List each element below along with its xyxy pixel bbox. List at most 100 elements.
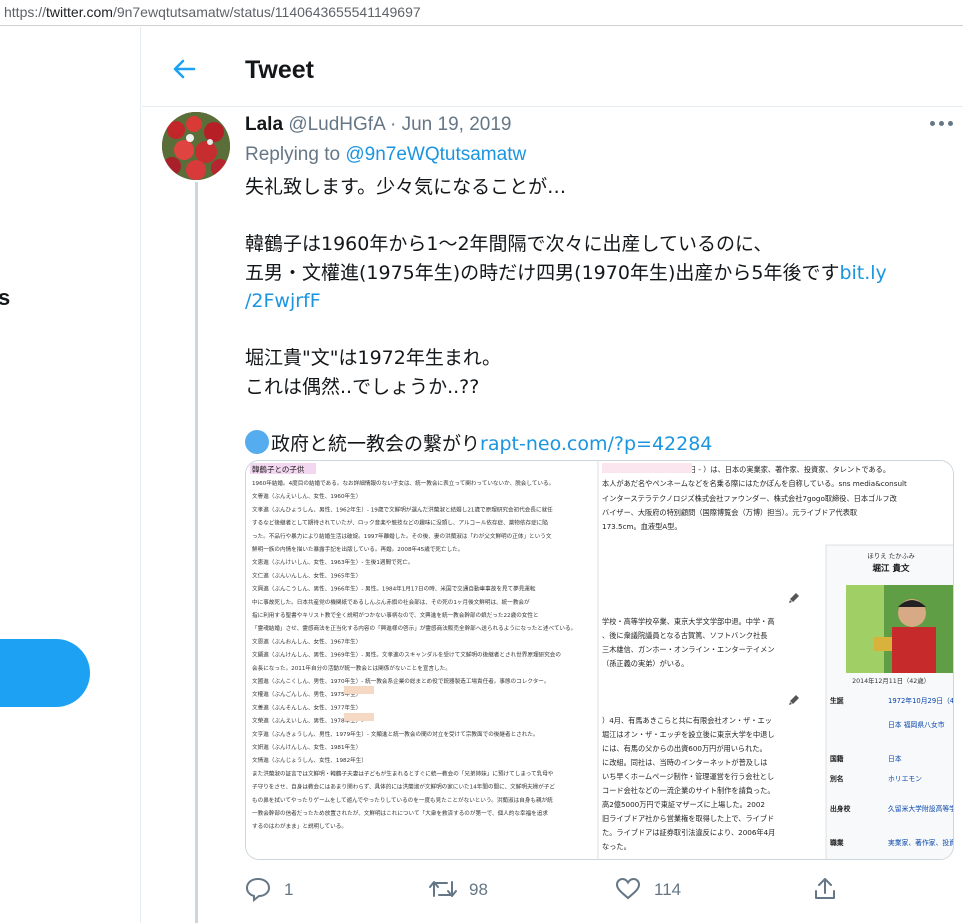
avatar[interactable] — [162, 112, 230, 180]
tweet-author-line: Lala @LudHGfA · Jun 19, 2019 — [245, 114, 511, 136]
infobox-value: 久留米大学附設高等学校 — [888, 804, 954, 813]
infobox-value: ホリエモン — [888, 775, 922, 783]
thread-line — [195, 182, 198, 923]
tweet-line: 失礼致します。少々気になることが… — [245, 176, 567, 198]
retweet-icon — [429, 881, 457, 897]
nav-label-fragment: s — [0, 285, 10, 311]
media-left-line: 文國進（ぶんこくしん、男性、1970年生）- 統一教会系企業の総まとめ役で銃器製… — [252, 677, 549, 685]
media-right-line: た。ライブドアは証券取引法違反により、2006年4月 — [602, 828, 775, 837]
rapt-neo-link[interactable]: rapt-neo.com/?p=42284 — [480, 433, 712, 455]
media-wiki-screenshot: 韓鶴子との子供 1960年結婚。4度目の結婚である。なお詳細情報のない子女は、統… — [246, 461, 954, 859]
retweet-count: 98 — [469, 880, 488, 899]
reply-count: 1 — [284, 880, 294, 899]
author-handle[interactable]: @LudHGfA — [288, 114, 384, 135]
left-nav-column: s — [0, 27, 141, 923]
media-left-line: 文恵進（ぶんけいしん、女性、1963年生）- 生後1週間で死亡。 — [252, 558, 413, 566]
infobox-value: 日本 — [888, 754, 902, 763]
reply-icon — [245, 877, 271, 902]
media-right-line: ）4月、有馬あきこらと共に有限会社オン・ザ・エッ — [602, 716, 772, 725]
replying-prefix: Replying to — [245, 144, 341, 165]
media-right-line: コード会社などの一流企業のサイト制作を請負った。 — [602, 786, 775, 795]
media-left-line: 文亨進（ぶんきょうしん、男性、1979年生）- 文顯進と統一教会の間の対立を受け… — [252, 730, 539, 738]
infobox-label: 別名 — [829, 774, 844, 783]
avatar-image — [162, 112, 230, 180]
media-left-line: 文仁進（ぶんいんしん、女性、1965年生） — [252, 571, 361, 579]
media-right-line: （孫正義の実弟）がいる。 — [602, 659, 688, 668]
infobox-value: 1972年10月29日（46歳） — [888, 696, 954, 705]
replying-to-link[interactable]: @9n7eWQtutsamatw — [345, 144, 526, 165]
media-left-line: 文情進（ぶんじょうしん、女性、1982年生） — [252, 756, 367, 764]
media-left-line: もの鼻を拭いてやったりゲームをして遊んでやったりしているのを一度も見たことがない… — [252, 796, 553, 804]
media-left-line: った。不品行や暴力により結婚生活は破綻。1997年離婚した。その後、妻の洪蘭淑は… — [252, 532, 552, 540]
media-right-line: 堀江はオン・ザ・エッヂを設立後に東京大学を中退し — [602, 730, 775, 739]
more-options-icon[interactable] — [930, 118, 956, 130]
media-right-line: には、有馬の父からの出資600万円が用いられた。 — [602, 744, 767, 753]
replying-to-line: Replying to @9n7eWQtutsamatw — [245, 144, 526, 166]
tweet-date[interactable]: Jun 19, 2019 — [402, 114, 512, 135]
media-left-line: 指に利用する聖書やキリスト教で全く説明がつかない事柄なので、文興進を統一教会幹部… — [252, 611, 539, 619]
media-right-line: 、後に衆議院議員となる古賀篤、ソフトバンク社長 — [602, 631, 767, 640]
media-left-line: するのはわがまま」と説明している。 — [252, 822, 347, 830]
media-left-line: 文恩進（ぶんおんしん、女性、1967年生） — [252, 637, 361, 645]
meta-separator: · — [390, 114, 397, 135]
media-left-line: するなど後継者として期待されていたが、ロック音楽や競技などの趣味に没頭し、アルコ… — [252, 519, 548, 527]
tweet-line: 韓鶴子は1960年から1～2年間隔で次々に出産しているのに、 — [245, 233, 773, 255]
media-left-line: 鮮明一族の内情を描いた暴露手記を出版している。再婚。2008年45歳で死亡した。 — [252, 545, 463, 553]
media-left-line: 文興進（ぶんこうしん、男性、1966年生）- 男性。1984年1月17日の時、米… — [252, 585, 536, 593]
share-icon — [815, 878, 835, 899]
svg-text:堀江 貴文: 堀江 貴文 — [873, 563, 910, 574]
media-right-line: 学校・高等学校卒業、東京大学文学部中退。中学・高 — [602, 617, 775, 626]
back-arrow-icon[interactable] — [170, 55, 198, 83]
media-left-line: 中に事故死した。日本共産党の機関紙であるしんぶん赤旗の社会部は、その死の1ヶ月後… — [252, 598, 530, 606]
infobox-value: 実業家、著作家、投資家、 — [888, 838, 954, 847]
url-text: https://twitter.com/9n7ewqtutsamatw/stat… — [4, 4, 421, 20]
address-bar[interactable]: https://twitter.com/9n7ewqtutsamatw/stat… — [0, 0, 963, 26]
media-left-line: 文妍進（ぶんけんしん、女性、1981年生） — [252, 743, 361, 751]
blue-circle-icon — [245, 429, 269, 454]
media-right-line: 本人があだ名やペンネームなどを名乗る際にはたかぽんを自称している。sns med… — [602, 479, 907, 488]
heart-icon — [615, 877, 641, 900]
media-left-line: 子守りをさせ、自身は教会にはあまり関わらず、具体的には洪蘭淑が文鮮明の家にいた1… — [252, 783, 555, 791]
tweet-action-bar: 1 98 114 — [245, 872, 845, 908]
share-button[interactable] — [812, 872, 842, 908]
media-right-line: インターステラテクノロジズ株式会社ファウンダー、株式会社7gogo取締役、日本ゴ… — [602, 494, 897, 503]
infobox-value: 日本 福岡県八女市 — [888, 720, 945, 729]
author-name[interactable]: Lala — [245, 114, 283, 135]
bitly-link[interactable]: bit.ly — [839, 262, 886, 284]
retweet-button[interactable]: 98 — [428, 872, 518, 908]
media-right-line: 高2億5000万円で東証マザーズに上場した。2002 — [602, 800, 765, 809]
infobox-label: 生誕 — [830, 696, 844, 705]
infobox-label: 国籍 — [830, 754, 844, 763]
infobox-label: 出身校 — [830, 804, 851, 813]
media-left-line: 文譽進（ぶんえいしん、女性、1960年生） — [252, 492, 361, 500]
media-right-line: なった。 — [602, 842, 631, 851]
media-left-line: また洪蘭淑の証言では文鮮明・韓鶴子夫妻は子どもが生まれるとすぐに統一教会の「兄弟… — [252, 769, 554, 777]
tweet-line: 五男・文權進(1975年生)の時だけ四男(1970年生)出産から5年後ですbit… — [245, 261, 887, 284]
media-left-line: 一教会幹部の信者だったため放置されたが、文鮮明はこれについて「大衆を救済するのが… — [252, 809, 548, 817]
media-right-line: 三木雄信、ガンホー・オンライン・エンターテイメン — [602, 645, 775, 654]
reply-button[interactable]: 1 — [245, 872, 325, 908]
tweet-line: 政府と統一教会の繋がりrapt-neo.com/?p=42284 — [245, 429, 955, 459]
media-left-heading: 韓鶴子との子供 — [252, 464, 305, 474]
page-header: Tweet — [142, 27, 963, 107]
tweet-line: これは偶然..でしょうか..?? — [245, 375, 480, 398]
compose-tweet-button[interactable] — [0, 639, 90, 707]
like-count: 114 — [654, 880, 682, 899]
infobox-label: 職業 — [830, 838, 844, 847]
media-left-line: 会長になった。2011年自分の活動が統一教会とは関係がないことを宣言した。 — [252, 664, 451, 672]
like-button[interactable]: 114 — [615, 872, 715, 908]
tweet-text: 失礼致します。少々気になることが… 韓鶴子は1960年から1～2年間隔で次々に出… — [245, 173, 955, 458]
tweet-line: /2FwjrfF — [245, 287, 955, 316]
svg-text:2014年12月11日（42歳）: 2014年12月11日（42歳） — [852, 676, 930, 685]
tweet-media-image[interactable]: 韓鶴子との子供 1960年結婚。4度目の結婚である。なお詳細情報のない子女は、統… — [245, 460, 954, 860]
media-right-line: いち早くホームページ制作・管理運営を行う会社とし — [602, 772, 774, 781]
media-right-line: 旧ライブドア社から営業権を取得した上で、ライブド — [602, 814, 774, 823]
tweet-line: 堀江貴"文"は1972年生まれ。 — [245, 347, 502, 369]
media-right-line: に改組。同社は、当時のインターネットが普及しは — [602, 758, 767, 767]
media-right-line: 173.5cm。血液型A型。 — [602, 522, 682, 531]
media-left-line: 1960年結婚。4度目の結婚である。なお詳細情報のない子女は、統一教会に表立って… — [252, 479, 554, 487]
svg-text:ほりえ たかふみ: ほりえ たかふみ — [867, 552, 915, 560]
page-title: Tweet — [245, 56, 314, 84]
bitly-link-continued[interactable]: /2FwjrfF — [245, 290, 321, 312]
media-left-line: 文善進（ぶんそんしん、女性、1977年生） — [252, 703, 361, 711]
